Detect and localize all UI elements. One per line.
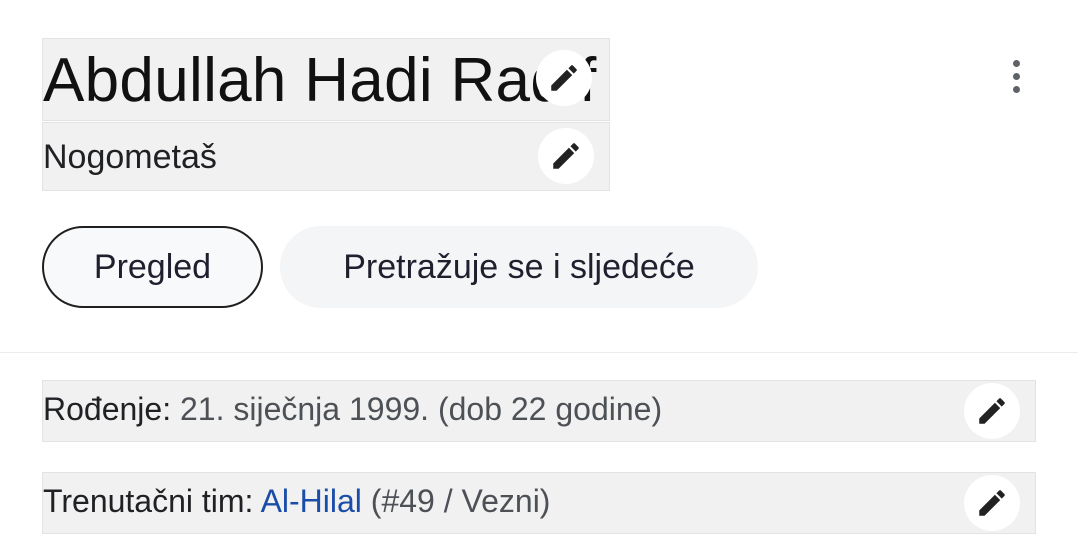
more-options-button[interactable] bbox=[996, 56, 1036, 96]
more-vert-icon bbox=[1012, 59, 1020, 67]
fact-team-text: Trenutačni tim: Al-Hilal (#49 / Vezni) bbox=[43, 481, 550, 521]
more-vert-icon bbox=[1012, 72, 1020, 80]
team-link[interactable]: Al-Hilal bbox=[261, 483, 362, 519]
fact-team-label: Trenutačni tim: bbox=[43, 483, 254, 519]
edit-birth-button[interactable] bbox=[964, 383, 1020, 439]
page-title: Abdullah Hadi Radif bbox=[43, 46, 597, 115]
tab-pretrazuje[interactable]: Pretražuje se i sljedeće bbox=[280, 226, 758, 308]
pencil-icon bbox=[979, 490, 1005, 516]
pencil-icon bbox=[553, 143, 579, 169]
edit-title-button[interactable] bbox=[536, 50, 592, 106]
pencil-icon bbox=[551, 65, 577, 91]
tab-pregled[interactable]: Pregled bbox=[42, 226, 263, 308]
divider bbox=[0, 352, 1078, 353]
fact-birth-value: 21. siječnja 1999. (dob 22 godine) bbox=[179, 391, 663, 427]
page-subtitle: Nogometaš bbox=[43, 138, 217, 176]
subtitle-box: Nogometaš bbox=[42, 122, 610, 191]
pencil-icon bbox=[979, 398, 1005, 424]
more-vert-icon bbox=[1012, 85, 1020, 93]
edit-subtitle-button[interactable] bbox=[538, 128, 594, 184]
fact-row-team: Trenutačni tim: Al-Hilal (#49 / Vezni) bbox=[42, 472, 1036, 534]
fact-birth-label: Rođenje: bbox=[43, 391, 172, 427]
fact-birth-text: Rođenje: 21. siječnja 1999. (dob 22 godi… bbox=[43, 389, 662, 429]
fact-row-birth: Rođenje: 21. siječnja 1999. (dob 22 godi… bbox=[42, 380, 1036, 442]
edit-team-button[interactable] bbox=[964, 475, 1020, 531]
fact-team-extra: (#49 / Vezni) bbox=[370, 483, 551, 519]
title-box: Abdullah Hadi Radif bbox=[42, 38, 610, 121]
